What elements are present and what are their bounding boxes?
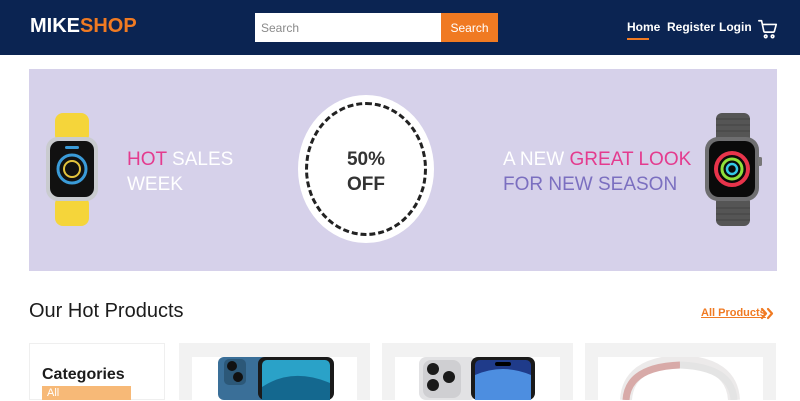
banner-a-new-words: A NEW (503, 149, 565, 170)
active-nav-indicator (627, 38, 649, 40)
categories-title: Categories (42, 366, 125, 383)
banner-hot-sales-text: HOT SALES (127, 148, 233, 172)
banner-sales-word: SALES (172, 149, 234, 170)
shopping-cart-icon[interactable] (757, 18, 779, 40)
product-card[interactable] (585, 343, 776, 400)
double-chevron-right-icon[interactable] (760, 307, 774, 320)
site-header: MIKESHOP Search Home Register Login (0, 0, 800, 55)
banner-new-season-text: FOR NEW SEASON (503, 174, 678, 195)
all-products-link[interactable]: All Products (701, 307, 766, 319)
product-image-headphones[interactable] (598, 357, 763, 400)
black-smartwatch-image (705, 113, 762, 226)
banner-week-text: WEEK (127, 174, 183, 195)
site-logo[interactable]: MIKESHOP (30, 15, 137, 38)
search-input[interactable] (255, 13, 442, 42)
logo-part-mike: MIKE (30, 15, 80, 37)
banner-great-look-words: GREAT LOOK (569, 149, 692, 170)
discount-percent: 50% (346, 149, 386, 170)
search-bar: Search (255, 13, 498, 42)
nav-login-link[interactable]: Login (719, 20, 752, 34)
promo-banner[interactable]: HOT SALES WEEK 50% OFF A NEW GREAT LOOK … (29, 69, 777, 271)
discount-off-label: OFF (347, 174, 385, 195)
category-item-all[interactable]: All (42, 386, 131, 400)
search-button[interactable]: Search (441, 13, 498, 42)
section-title: Our Hot Products (29, 300, 184, 322)
product-image-iphone-14-pro[interactable] (395, 357, 560, 400)
product-card[interactable] (382, 343, 573, 400)
nav-register-link[interactable]: Register (667, 20, 715, 34)
product-image-iphone-13[interactable] (192, 357, 357, 400)
yellow-smartwatch-image (46, 113, 98, 226)
banner-hot-word: HOT (127, 149, 167, 170)
product-card[interactable] (179, 343, 370, 400)
logo-part-shop: SHOP (80, 15, 137, 37)
nav-home-link[interactable]: Home (627, 20, 660, 34)
banner-new-look-text: A NEW GREAT LOOK (503, 148, 691, 172)
